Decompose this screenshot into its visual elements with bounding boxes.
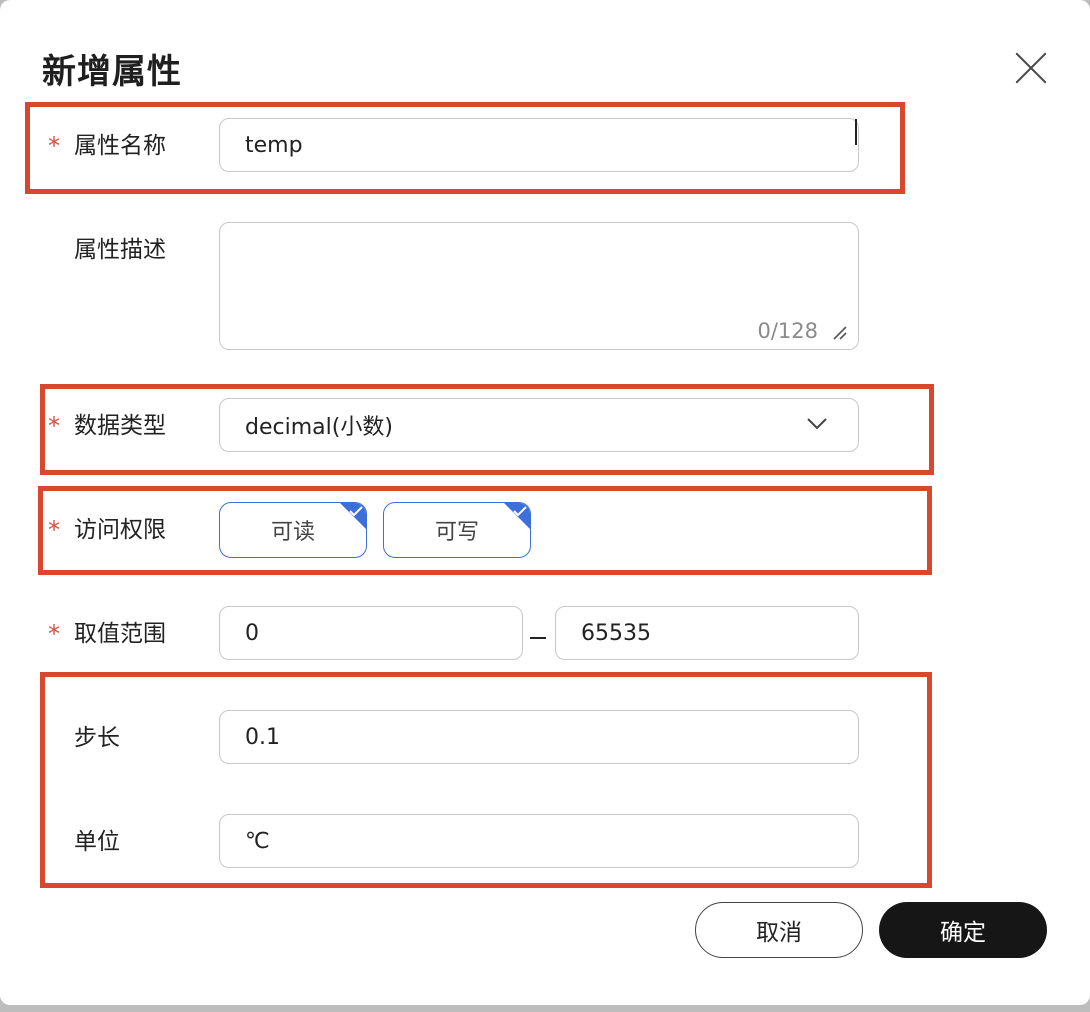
step-value: 0.1 <box>245 724 280 750</box>
check-icon <box>513 506 527 517</box>
step-label-text: 步长 <box>74 725 120 751</box>
access-option-write-label: 可写 <box>434 520 479 545</box>
range-separator <box>530 637 546 639</box>
add-attribute-dialog: 新增属性 * 属性名称 temp 属性描述 0/128 * 数据类型 decim… <box>0 0 1090 1005</box>
description-counter: 0/128 <box>757 319 818 343</box>
description-label-text: 属性描述 <box>74 237 166 263</box>
name-label-text: 属性名称 <box>74 133 166 159</box>
access-option-read-label: 可读 <box>270 520 315 545</box>
unit-value: ℃ <box>245 828 270 854</box>
required-mark: * <box>48 132 60 160</box>
range-label-text: 取值范围 <box>74 621 166 647</box>
required-mark: * <box>48 516 60 544</box>
data-type-label: * 数据类型 <box>48 411 166 441</box>
unit-label: 单位 <box>74 827 120 857</box>
name-label: * 属性名称 <box>48 131 166 161</box>
data-type-select[interactable]: decimal(小数) <box>219 398 859 452</box>
chevron-down-icon <box>807 418 827 430</box>
range-max-value: 65535 <box>581 620 651 646</box>
range-min-input[interactable]: 0 <box>219 606 523 660</box>
required-mark: * <box>48 412 60 440</box>
range-max-input[interactable]: 65535 <box>555 606 859 660</box>
step-input[interactable]: 0.1 <box>219 710 859 764</box>
data-type-label-text: 数据类型 <box>74 413 166 439</box>
name-input-value: temp <box>245 132 303 158</box>
text-cursor <box>855 119 857 145</box>
description-textarea[interactable]: 0/128 <box>219 222 859 350</box>
description-label: 属性描述 <box>74 235 166 265</box>
resize-handle-icon[interactable] <box>832 325 848 341</box>
cancel-button[interactable]: 取消 <box>695 902 863 958</box>
close-icon[interactable] <box>1011 48 1051 88</box>
range-min-value: 0 <box>245 620 259 646</box>
access-label: * 访问权限 <box>48 515 166 545</box>
confirm-button[interactable]: 确定 <box>879 902 1047 958</box>
access-option-read[interactable]: 可读 <box>219 502 367 558</box>
name-input[interactable]: temp <box>219 118 859 172</box>
unit-input[interactable]: ℃ <box>219 814 859 868</box>
range-label: * 取值范围 <box>48 619 166 649</box>
required-mark: * <box>48 620 60 648</box>
unit-label-text: 单位 <box>74 829 120 855</box>
dialog-title: 新增属性 <box>42 52 182 92</box>
step-label: 步长 <box>74 723 120 753</box>
check-icon <box>349 506 363 517</box>
data-type-value: decimal(小数) <box>245 415 393 440</box>
access-label-text: 访问权限 <box>74 517 166 543</box>
access-option-write[interactable]: 可写 <box>383 502 531 558</box>
